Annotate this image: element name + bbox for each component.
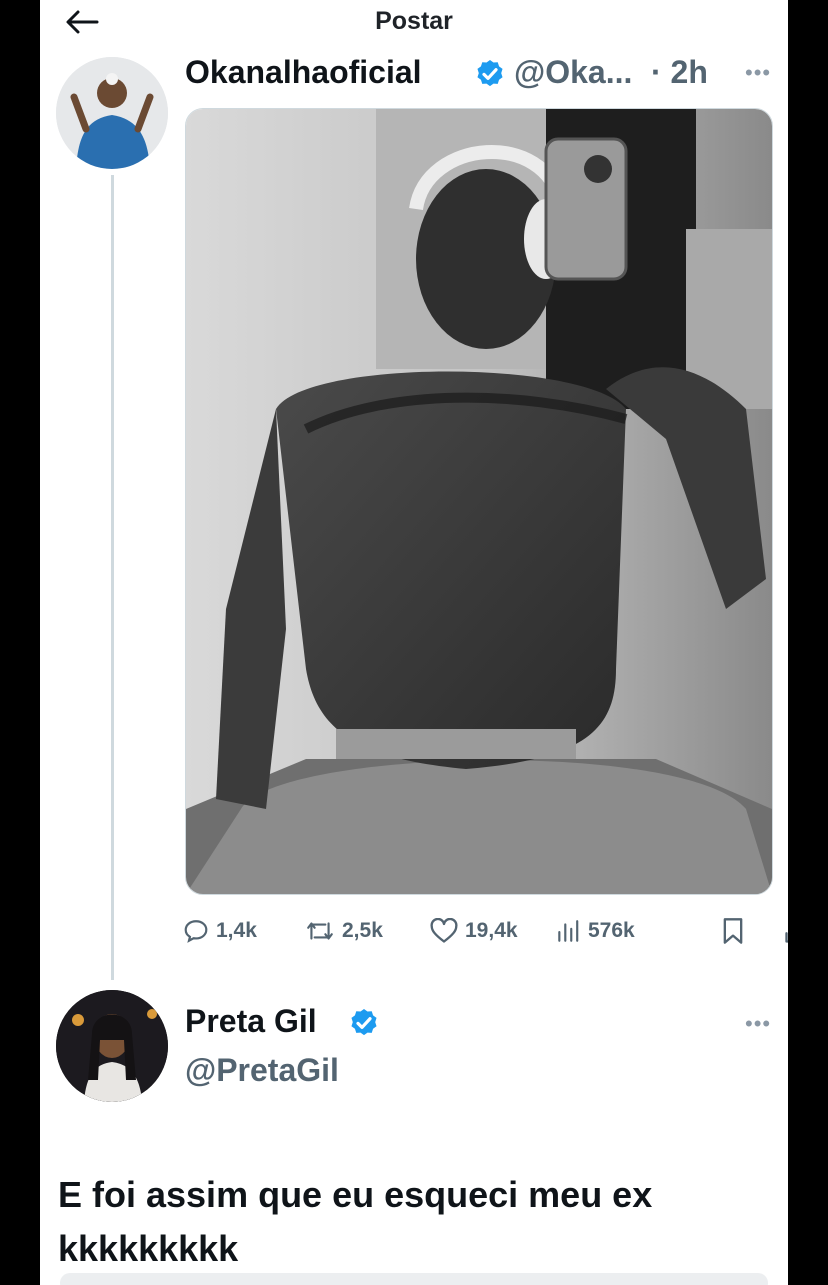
reply-author-handle[interactable]: @PretaGil [185,1052,339,1089]
share-icon [785,932,788,943]
page-title: Postar [375,7,453,35]
post-image[interactable] [185,108,773,895]
like-count: 19,4k [465,919,518,942]
thread-line [111,175,114,980]
reply-text-line: kkkkkkkkk [58,1228,239,1269]
avatar-photo [56,57,168,169]
verified-badge-icon [351,1009,377,1036]
repost-count: 2,5k [342,919,383,942]
views-icon [558,920,579,942]
avatar-photo [56,990,168,1102]
heart-icon [430,918,458,943]
reply-button[interactable]: 1,4k [183,913,257,949]
avatar[interactable] [56,990,168,1102]
reply-author-name[interactable]: Preta Gil [185,1003,317,1040]
bookmark-button[interactable] [721,913,745,949]
author-name[interactable]: Okanalhaoficial [185,54,422,91]
avatar[interactable] [56,57,168,169]
author-handle[interactable]: @Oka... [514,54,632,91]
reply-text-line: E foi assim que eu esqueci meu ex [58,1174,653,1215]
like-button[interactable]: 19,4k [430,913,518,949]
reply-count: 1,4k [216,919,257,942]
post-actions: 1,4k 2,5k 19,4k 576k [183,913,788,949]
post-screen: Postar Okanalhaoficial @Oka... · 2h ••• [40,0,788,1285]
more-options-icon[interactable]: ••• [745,60,771,86]
bottom-compose-bar[interactable] [60,1273,768,1285]
photo-illustration [186,109,772,894]
verified-badge-icon [477,60,503,87]
repost-button[interactable]: 2,5k [305,913,383,949]
top-bar: Postar [40,0,788,44]
more-options-icon[interactable]: ••• [745,1011,771,1037]
reply-icon [184,920,208,943]
views-count: 576k [588,919,635,942]
views-button[interactable]: 576k [555,913,635,949]
reply-text: E foi assim que eu esqueci meu ex kkkkkk… [58,1168,758,1276]
post-time: · 2h [651,54,708,90]
repost-icon [307,922,333,940]
bookmark-icon [723,918,743,944]
share-button[interactable] [783,913,788,949]
